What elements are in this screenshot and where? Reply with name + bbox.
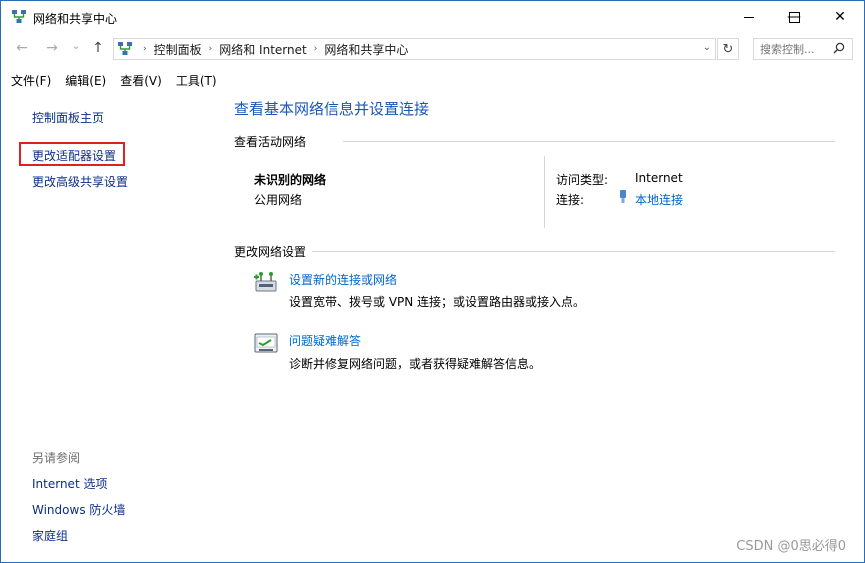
page-title: 查看基本网络信息并设置连接 [234, 100, 430, 118]
network-name: 未识别的网络 [254, 173, 327, 187]
breadcrumb-network-sharing-center[interactable]: 网络和共享中心 [324, 41, 408, 58]
refresh-button[interactable]: ↻ [717, 38, 739, 60]
title-bar: 网络和共享中心 — ✕ [1, 1, 864, 33]
back-button[interactable]: ← [13, 40, 31, 56]
see-also-heading: 另请参阅 [32, 451, 81, 465]
access-type-label: 访问类型: [556, 173, 609, 187]
menu-tools[interactable]: 工具(T) [176, 70, 217, 92]
forward-button[interactable]: → [43, 40, 61, 56]
setup-new-connection-description: 设置宽带、拨号或 VPN 连接；或设置路由器或接入点。 [289, 295, 586, 309]
close-icon: ✕ [834, 9, 846, 25]
recent-locations-button[interactable]: ⌄ [67, 39, 85, 52]
chevron-right-icon[interactable]: › [209, 44, 213, 54]
sidebar-internet-options[interactable]: Internet 选项 [32, 475, 107, 492]
sidebar-change-advanced-sharing[interactable]: 更改高级共享设置 [32, 173, 128, 190]
new-connection-icon [254, 272, 277, 292]
menu-bar: 文件(F) 编辑(E) 查看(V) 工具(T) [1, 70, 864, 92]
watermark: CSDN @0思必得0 [736, 539, 846, 554]
connections-label: 连接: [556, 193, 585, 207]
close-button[interactable]: ✕ [817, 1, 863, 33]
breadcrumb: › 控制面板 › 网络和 Internet › 网络和共享中心 [136, 39, 408, 59]
breadcrumb-control-panel[interactable]: 控制面板 [154, 41, 202, 58]
up-button[interactable]: ↑ [89, 40, 107, 56]
breadcrumb-network-internet[interactable]: 网络和 Internet [219, 41, 306, 58]
menu-view[interactable]: 查看(V) [120, 70, 162, 92]
network-icon [12, 10, 26, 23]
minimize-button-alt[interactable] [726, 1, 772, 33]
refresh-icon: ↻ [722, 41, 734, 57]
troubleshoot-problems-link[interactable]: 问题疑难解答 [289, 332, 361, 349]
local-connection-link[interactable]: 本地连接 [635, 191, 683, 208]
menu-file[interactable]: 文件(F) [11, 70, 51, 92]
maximize-icon [788, 11, 800, 23]
chevron-down-icon[interactable]: ⌄ [703, 42, 711, 53]
divider [312, 251, 835, 252]
setup-new-connection-link[interactable]: 设置新的连接或网络 [289, 271, 397, 288]
sidebar-control-panel-home[interactable]: 控制面板主页 [32, 109, 104, 126]
navigation-bar: ← → ⌄ ↑ › 控制面板 › 网络和 Internet › 网络和共享中心 … [1, 35, 864, 65]
active-networks-heading: 查看活动网络 [234, 135, 307, 149]
search-icon[interactable] [833, 42, 845, 54]
chevron-right-icon: › [143, 44, 147, 54]
address-bar[interactable]: › 控制面板 › 网络和 Internet › 网络和共享中心 ⌄ [113, 38, 716, 60]
window-title: 网络和共享中心 [33, 12, 118, 26]
network-category[interactable]: 公用网络 [254, 191, 302, 208]
network-icon [118, 42, 132, 55]
troubleshoot-icon [254, 333, 278, 353]
troubleshoot-problems-description: 诊断并修复网络问题，或者获得疑难解答信息。 [289, 357, 542, 371]
menu-edit[interactable]: 编辑(E) [65, 70, 106, 92]
network-sharing-center-window: 网络和共享中心 — ✕ ← → ⌄ ↑ › 控制面板 › 网络和 Interne… [0, 0, 865, 563]
sidebar-homegroup[interactable]: 家庭组 [32, 527, 68, 544]
maximize-button[interactable] [771, 1, 817, 33]
sidebar-windows-firewall[interactable]: Windows 防火墙 [32, 501, 125, 518]
access-type-value: Internet [635, 171, 683, 185]
chevron-right-icon[interactable]: › [314, 44, 318, 54]
ethernet-icon [620, 190, 626, 203]
change-settings-heading: 更改网络设置 [234, 245, 307, 259]
divider [544, 156, 545, 228]
sidebar-change-adapter-settings[interactable]: 更改适配器设置 [32, 147, 116, 164]
divider [343, 141, 835, 142]
minimize-icon [744, 16, 754, 18]
